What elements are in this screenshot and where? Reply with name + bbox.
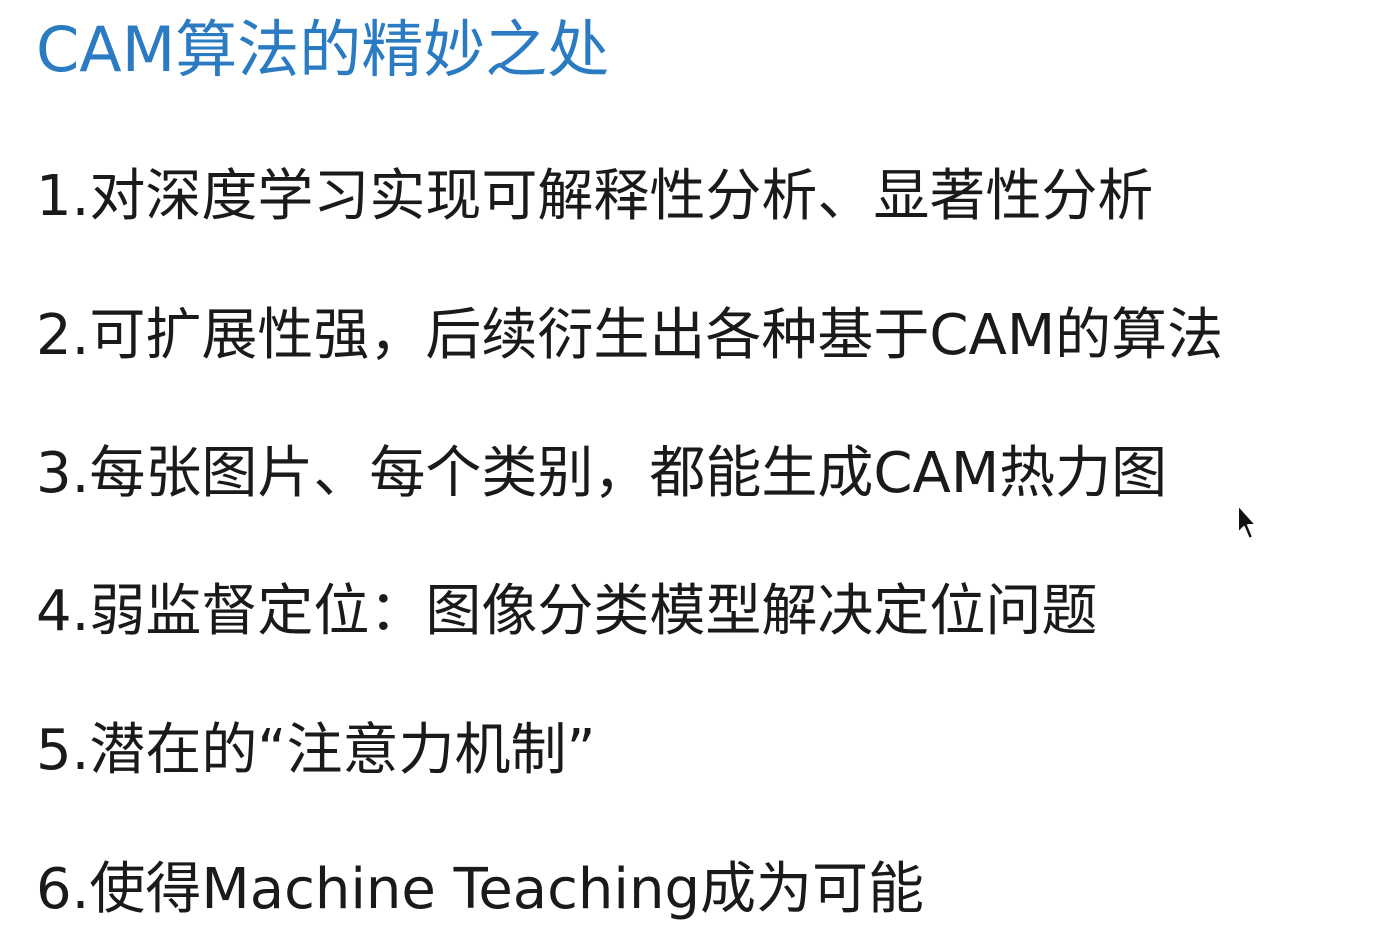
slide: CAM算法的精妙之处 1.对深度学习实现可解释性分析、显著性分析 2.可扩展性强… [0, 0, 1396, 922]
list-item: 3.每张图片、每个类别，都能生成CAM热力图 [36, 441, 1168, 506]
mouse-pointer-icon [1237, 504, 1257, 540]
list-item: 4.弱监督定位：图像分类模型解决定位问题 [36, 579, 1098, 644]
list-item: 2.可扩展性强，后续衍生出各种基于CAM的算法 [36, 303, 1224, 368]
list-item: 1.对深度学习实现可解释性分析、显著性分析 [36, 164, 1154, 229]
slide-title: CAM算法的精妙之处 [36, 13, 610, 86]
list-item: 5.潜在的“注意力机制” [36, 718, 596, 783]
list-item: 6.使得Machine Teaching成为可能 [36, 857, 924, 922]
